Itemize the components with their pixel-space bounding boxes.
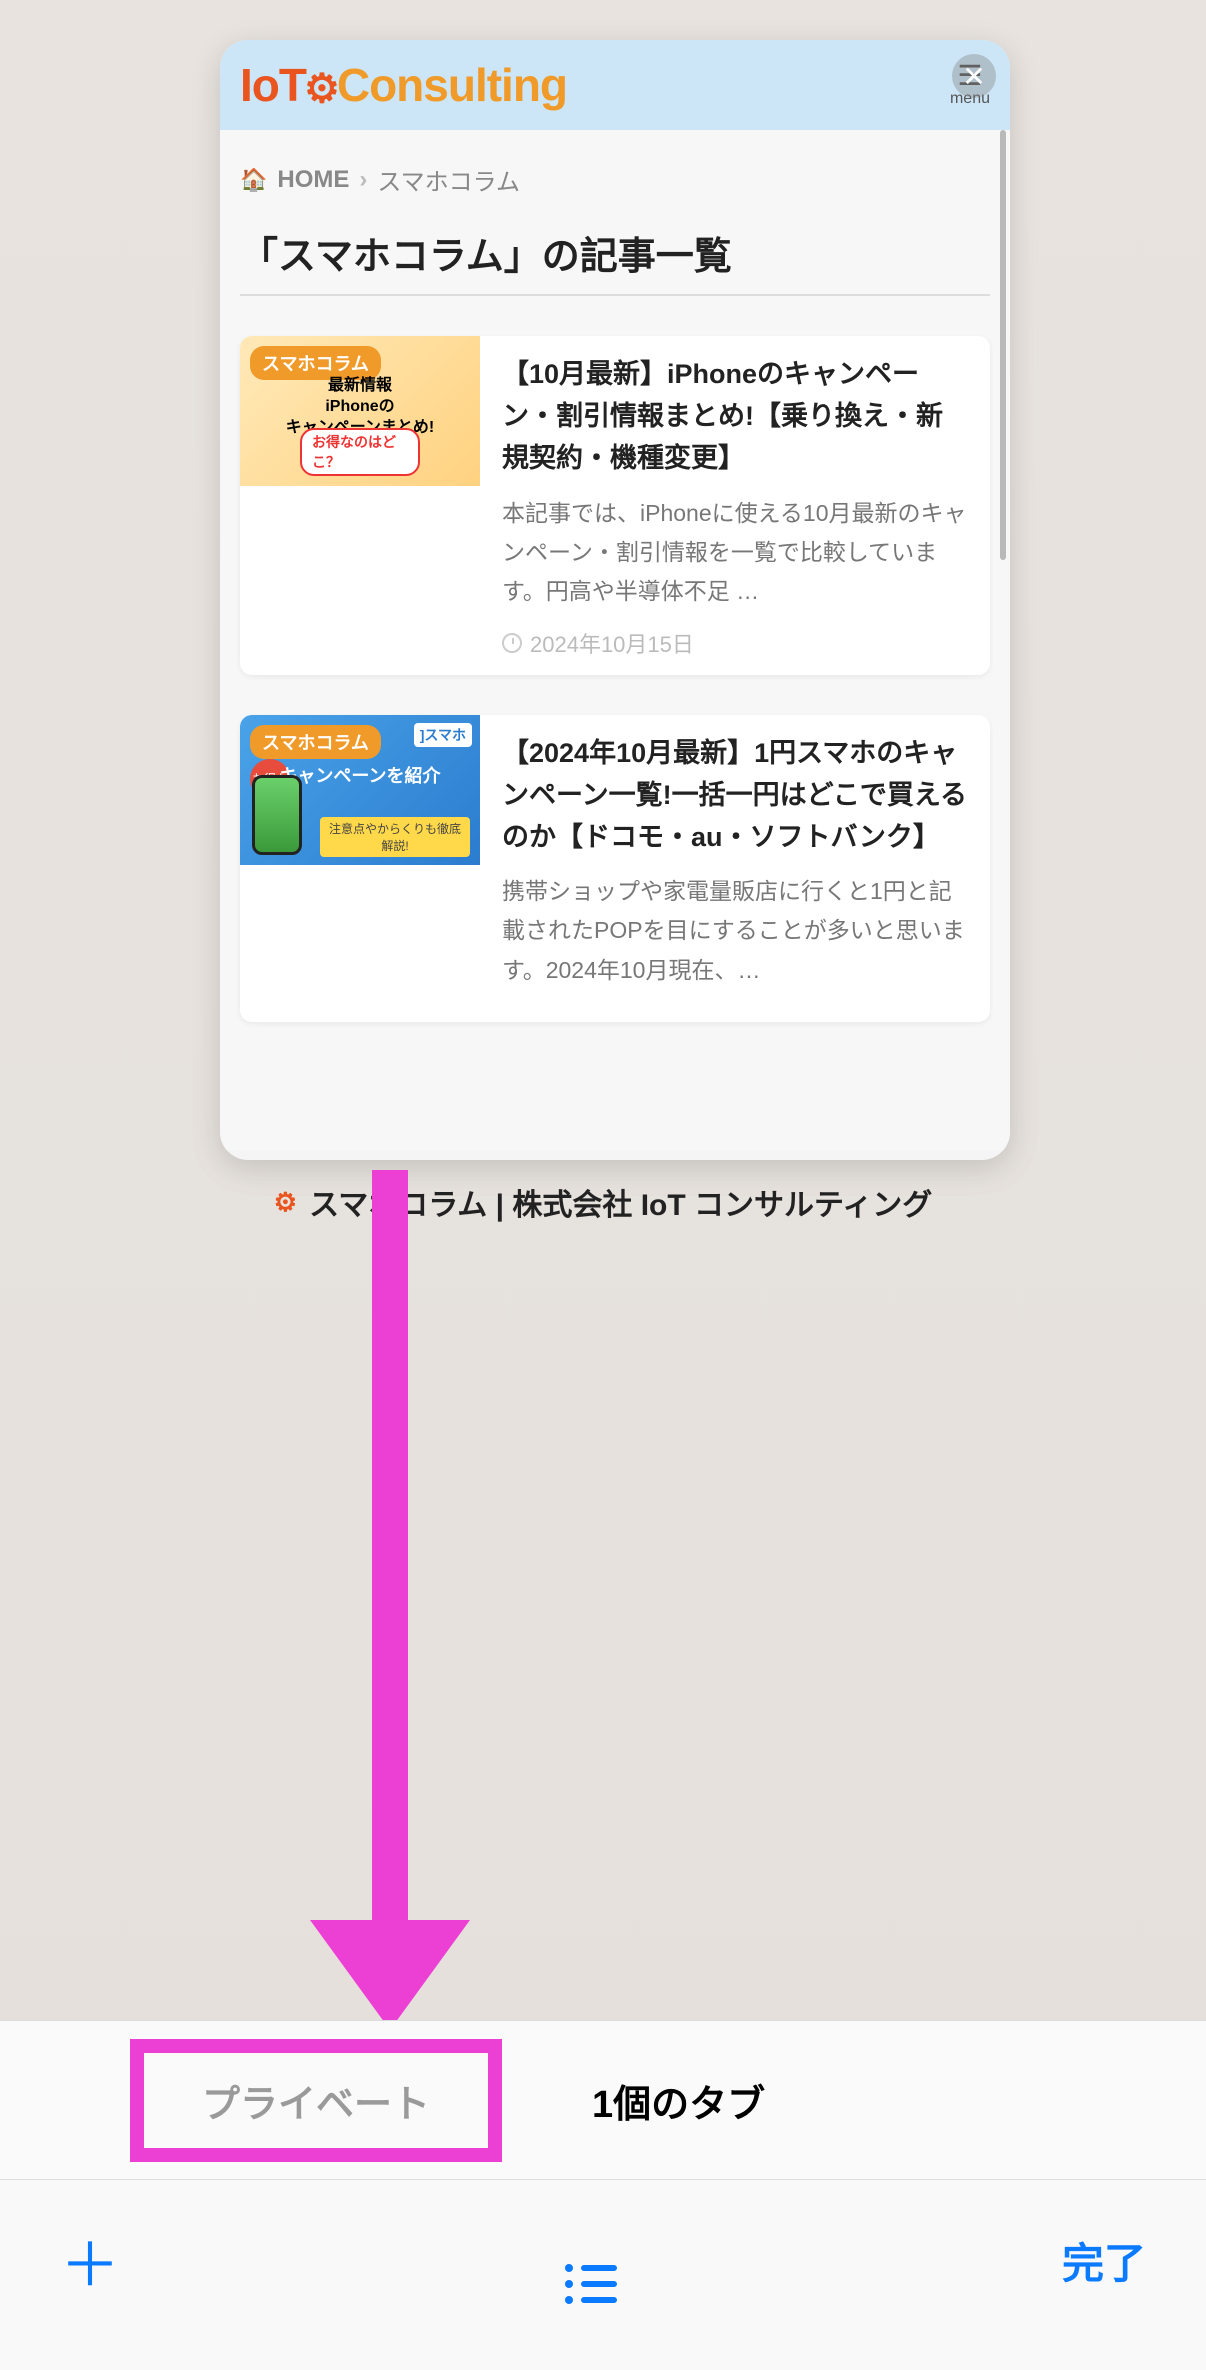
tab-caption: ⚙ スマホコラム | 株式会社 IoT コンサルティング [0, 1180, 1206, 1224]
list-icon [565, 2264, 617, 2304]
article-thumbnail: スマホコラム ]スマホ お得な キャンペーンを紹介 注意点やからくりも徹底解説! [240, 715, 480, 865]
site-logo: IoT⚙Consulting [240, 58, 567, 112]
new-tab-button[interactable]: ＋ [60, 2217, 120, 2304]
breadcrumb: 🏠 HOME › スマホコラム [240, 162, 990, 197]
breadcrumb-home[interactable]: HOME [277, 166, 349, 194]
tab-preview-card[interactable]: IoT⚙Consulting ☰ menu ✕ 🏠 HOME › スマホコラム … [220, 40, 1010, 1160]
annotation-arrow-head [310, 1920, 470, 2030]
article-title: 【2024年10月最新】1円スマホのキャンペーン一覧!一括一円はどこで買えるのか… [502, 733, 968, 859]
annotation-highlight-box: プライベート [130, 2039, 502, 2162]
plus-icon: ＋ [60, 2232, 120, 2299]
page-body: 🏠 HOME › スマホコラム 「スマホコラム」の記事一覧 スマホコラム 最新情… [220, 130, 1010, 1150]
article-description: 本記事では、iPhoneに使える10月最新のキャンペーン・割引情報を一覧で比較し… [502, 494, 968, 611]
page-title: 「スマホコラム」の記事一覧 [240, 225, 990, 280]
private-tabs-button[interactable]: プライベート [202, 2073, 430, 2128]
phone-icon [252, 775, 302, 855]
thumb-logo-tag: ]スマホ [414, 723, 472, 747]
thumb-yellow-bar: 注意点やからくりも徹底解説! [320, 817, 470, 857]
article-date: 2024年10月15日 [502, 627, 968, 659]
date-text: 2024年10月15日 [530, 627, 694, 659]
scrollbar[interactable] [1000, 130, 1006, 560]
thumb-callout: お得なのはどこ？ [300, 428, 420, 476]
article-thumbnail: スマホコラム 最新情報 iPhoneの キャンペーンまとめ! お得なのはどこ？ [240, 336, 480, 486]
category-badge: スマホコラム [250, 725, 381, 759]
logo-iot: IoT [240, 59, 306, 111]
tabs-count-button[interactable]: 1個のタブ [592, 2073, 765, 2128]
tab-group-segmented-control: プライベート 1個のタブ [0, 2020, 1206, 2180]
home-icon: 🏠 [240, 167, 267, 193]
article-title: 【10月最新】iPhoneのキャンペーン・割引情報まとめ!【乗り換え・新規契約・… [502, 354, 968, 480]
close-tab-button[interactable]: ✕ [952, 54, 996, 98]
breadcrumb-current: スマホコラム [377, 162, 520, 197]
annotation-arrow-shaft [372, 1170, 408, 1930]
article-card[interactable]: スマホコラム ]スマホ お得な キャンペーンを紹介 注意点やからくりも徹底解説!… [240, 715, 990, 1022]
category-badge: スマホコラム [250, 346, 381, 380]
clock-icon [502, 633, 522, 653]
close-icon: ✕ [962, 60, 985, 93]
logo-consulting: Consulting [337, 59, 567, 111]
article-content: 【2024年10月最新】1円スマホのキャンペーン一覧!一括一円はどこで買えるのか… [480, 715, 990, 1022]
done-button[interactable]: 完了 [1062, 2230, 1146, 2291]
bottom-toolbar: ＋ 完了 [0, 2180, 1206, 2370]
gear-icon: ⚙ [274, 1187, 297, 1218]
tab-groups-button[interactable] [565, 2217, 617, 2304]
thumb-line: 最新情報 [240, 376, 480, 397]
chevron-right-icon: › [359, 166, 367, 194]
site-header: IoT⚙Consulting ☰ menu ✕ [220, 40, 1010, 130]
gear-icon: ⚙ [304, 66, 339, 112]
article-description: 携帯ショップや家電量販店に行くと1円と記載されたPOPを目にすることが多いと思い… [502, 872, 968, 989]
article-card[interactable]: スマホコラム 最新情報 iPhoneの キャンペーンまとめ! お得なのはどこ？ … [240, 336, 990, 675]
article-content: 【10月最新】iPhoneのキャンペーン・割引情報まとめ!【乗り換え・新規契約・… [480, 336, 990, 675]
thumb-line: iPhoneの [240, 397, 480, 418]
title-divider [240, 294, 990, 296]
